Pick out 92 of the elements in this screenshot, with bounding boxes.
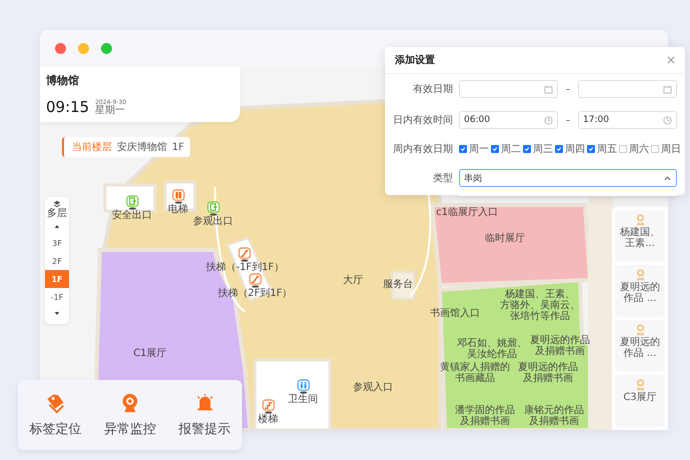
close-dot-icon[interactable] (55, 43, 66, 54)
floor-button[interactable]: 2F (45, 252, 69, 270)
map-point-label: 卫生间 (288, 394, 318, 405)
clock-time: 09:15 (46, 98, 90, 116)
minimize-dot-icon[interactable] (78, 43, 89, 54)
range-separator (566, 88, 570, 90)
map-point-label: 扶梯（2F到1F） (218, 288, 292, 299)
type-select[interactable]: 串岗 (459, 169, 677, 187)
calendar-icon (663, 84, 672, 94)
exit-icon[interactable] (126, 195, 138, 210)
weekday-label: 周四 (565, 143, 585, 156)
weekday-checkbox[interactable] (619, 145, 627, 153)
weekday-label: 周二 (501, 143, 521, 156)
exhibit-card-label: 夏明远的作品 ... (619, 282, 661, 304)
map-point-label: 安全出口 (112, 210, 152, 221)
field-label: 类型 (432, 172, 453, 185)
field-label: 日内有效时间 (392, 114, 453, 127)
exhibit-card-label: 夏明远的作品 ... (619, 337, 661, 359)
clock-icon (544, 116, 553, 124)
clock-weekday: 星期一 (95, 106, 126, 116)
input-field[interactable] (578, 80, 677, 98)
map-point-label: 扶梯（-1F到1F） (206, 262, 284, 273)
feature-label: 标签定位 (29, 421, 82, 438)
map-area-label: 黄镇家人捐赠的 书画藏品 (440, 362, 510, 384)
exhibit-card-label: 杨建国、王素... (619, 227, 661, 249)
map-point-label: 楼梯 (258, 414, 278, 425)
exhibit-card[interactable]: 夏明远的作品 ... (615, 320, 665, 372)
window-title: 博物馆 (46, 73, 80, 88)
weekday-label: 周三 (533, 143, 553, 156)
building-name: 安庆博物馆 (117, 140, 167, 154)
close-icon[interactable] (667, 56, 675, 64)
weekday-label: 周日 (661, 143, 681, 156)
restroom-icon[interactable] (296, 379, 310, 394)
field-value: 06:00 (464, 115, 490, 125)
floor-button[interactable]: -1F (45, 288, 69, 306)
input-field[interactable]: 06:00 (459, 111, 558, 129)
exit-icon[interactable] (206, 201, 220, 216)
input-field[interactable]: 17:00 (578, 111, 677, 129)
weekday-label: 周六 (629, 142, 649, 156)
multi-floor-label: 多层 (47, 208, 67, 219)
feature-label: 报警提示 (178, 421, 231, 438)
map-area-label: 康铭元的作品 及捐赠书画 (524, 405, 584, 427)
weekday-label: 周一 (469, 143, 489, 156)
weekday-checkbox[interactable] (651, 145, 659, 153)
map-point-label: 电梯 (168, 204, 188, 215)
input-field[interactable] (459, 80, 558, 98)
location-pin-icon (634, 378, 646, 391)
map-area-label: 参观入口 (353, 382, 393, 393)
exhibit-card[interactable]: C3展厅 (615, 375, 665, 427)
weekday-checkbox[interactable] (459, 145, 467, 153)
map-area-label: 书画馆入口 (430, 308, 480, 319)
escalator-icon[interactable] (248, 273, 262, 288)
maximize-dot-icon[interactable] (101, 43, 112, 54)
location-pin-icon (634, 268, 646, 281)
map-point-label: 参观出口 (193, 216, 233, 227)
map-area-label: 夏明远的作品 及捐赠书画 (518, 362, 578, 384)
map-area-label: 夏明远的作品 及捐赠书画 (530, 335, 590, 357)
map-area-label: 大厅 (343, 275, 363, 286)
map-area-label: c1临展厅入口 (436, 207, 498, 218)
clock-icon (663, 116, 672, 124)
stairs-icon[interactable] (262, 399, 274, 414)
exhibit-card-label: C3展厅 (623, 392, 657, 403)
dialog-title: 添加设置 (395, 54, 435, 67)
field-value: 17:00 (583, 115, 609, 125)
current-floor-label: 当前楼层 (72, 140, 112, 154)
map-area-label: 服务台 (383, 279, 413, 290)
caret-up-icon[interactable] (54, 224, 60, 229)
escalator-icon[interactable] (238, 247, 252, 262)
chevron-up-icon (663, 174, 672, 182)
location-pin-icon (634, 323, 646, 336)
map-area-label: 临时展厅 (485, 233, 525, 244)
map-area-label: 杨建国、王素、 方骆外、吴南云、 张培竹等作品 (500, 289, 580, 322)
field-label: 周内有效日期 (392, 142, 453, 156)
exhibit-card[interactable]: 杨建国、王素... (615, 210, 665, 262)
weekday-checkbox[interactable] (491, 145, 499, 153)
weekday-checkbox[interactable] (587, 145, 595, 153)
location-pin-icon (634, 213, 646, 226)
calendar-icon (544, 84, 553, 94)
weekday-label: 周五 (597, 143, 617, 156)
weekday-checkbox[interactable] (555, 145, 563, 153)
map-area-label: 潘学固的作品 及捐赠书画 (455, 405, 515, 427)
exhibit-card[interactable]: 夏明远的作品 ... (615, 265, 665, 317)
caret-down-icon[interactable] (54, 311, 60, 316)
feature-label: 异常监控 (104, 421, 156, 438)
weekday-checkbox[interactable] (523, 145, 531, 153)
floor-name: 1F (172, 142, 184, 152)
elevator-icon[interactable] (172, 189, 184, 204)
map-area-label: C1展厅 (133, 348, 167, 359)
field-label: 有效日期 (412, 82, 453, 96)
layers-icon[interactable] (53, 200, 61, 208)
floor-button[interactable]: 3F (45, 234, 69, 252)
map-area-label: 邓石如、姚鼐、 吴汝纶作品 (457, 338, 527, 360)
